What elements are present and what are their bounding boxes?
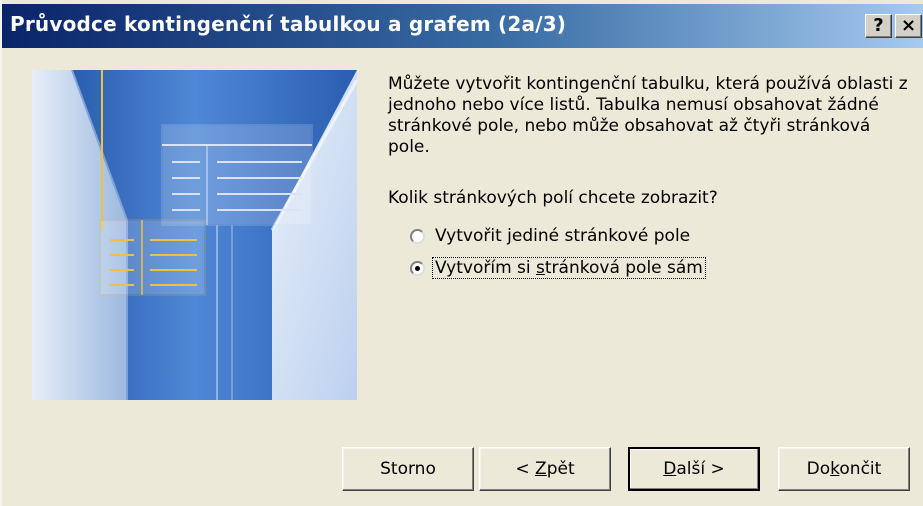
question-mark-icon: ? <box>873 15 884 36</box>
close-button[interactable]: × <box>895 14 922 38</box>
help-button[interactable]: ? <box>865 14 892 38</box>
back-label: < Zpět <box>515 459 575 479</box>
close-icon: × <box>900 15 917 36</box>
funnel-graphic <box>32 70 357 400</box>
back-button[interactable]: < Zpět <box>479 447 611 491</box>
wizard-illustration <box>32 70 357 400</box>
cancel-label: Storno <box>380 459 436 479</box>
radio-label-custom: Vytvořím si stránková pole sám <box>432 257 706 279</box>
wizard-dialog: Průvodce kontingenční tabulkou a grafem … <box>0 0 923 506</box>
radio-custom-page-fields[interactable]: Vytvořím si stránková pole sám <box>410 257 706 279</box>
cancel-button[interactable]: Storno <box>342 447 474 491</box>
radio-single-page-field[interactable]: Vytvořit jediné stránkové pole <box>410 226 692 246</box>
page-fields-question: Kolik stránkových polí chcete zobrazit? <box>388 188 718 208</box>
radio-dot-icon <box>415 265 420 271</box>
description-text: Můžete vytvořit kontingenční tabulku, kt… <box>388 74 908 157</box>
next-button[interactable]: Další > <box>628 447 760 491</box>
next-label: Další > <box>663 459 725 479</box>
title-bar: Průvodce kontingenční tabulkou a grafem … <box>2 4 923 48</box>
window-title: Průvodce kontingenční tabulkou a grafem … <box>10 12 567 36</box>
radio-label-single: Vytvořit jediné stránkové pole <box>435 226 691 246</box>
finish-label: Dokončit <box>806 459 882 479</box>
radio-circle-selected[interactable] <box>410 260 425 276</box>
finish-button[interactable]: Dokončit <box>778 447 910 491</box>
radio-circle[interactable] <box>410 228 425 244</box>
